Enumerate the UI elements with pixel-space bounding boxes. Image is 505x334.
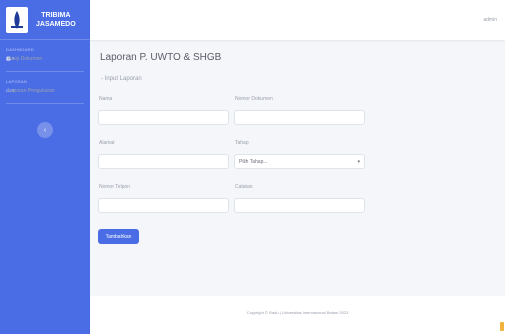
tahap-select[interactable]: Pilih Tahap... ▾: [234, 154, 365, 169]
sidebar-divider: [6, 71, 84, 72]
sidebar-item-laporan-pengukuran[interactable]: ▭ Laporan Pengukuran ›: [0, 84, 90, 98]
sidebar-divider: [6, 103, 84, 104]
page-title: Laporan P. UWTO & SHGB: [100, 52, 222, 63]
logo-icon: [6, 6, 28, 33]
corner-marker: [500, 322, 504, 331]
catatan-label: Catatan: [235, 184, 253, 190]
chevron-down-icon: ▾: [357, 158, 360, 165]
sidebar-item-label: Arsip Dokumen: [8, 56, 43, 62]
tahap-selected-value: Pilih Tahap...: [239, 158, 268, 165]
sidebar: TRIBIMA JASAMEDO Dashboard ▦ Arsip Dokum…: [0, 0, 90, 334]
chevron-left-icon: ‹: [43, 126, 47, 134]
card-subtitle-text: Input Laporan: [104, 76, 142, 82]
nomor-telepon-label: Nomor Telpon: [99, 184, 131, 190]
nomor-dokumen-input[interactable]: [234, 110, 365, 125]
brand-line2: JASAMEDO: [36, 20, 76, 28]
nama-input[interactable]: [98, 110, 229, 125]
sidebar-item-arsip-dokumen[interactable]: ▦ Arsip Dokumen ›: [0, 52, 90, 66]
alamat-input[interactable]: [98, 154, 229, 169]
sidebar-toggle-button[interactable]: ‹: [37, 122, 53, 138]
card-subtitle: - Input Laporan: [101, 76, 142, 82]
brand-line1: TRIBIMA: [41, 11, 71, 19]
nama-label: Nama: [99, 96, 113, 102]
nomor-dokumen-label: Nomor Dokumen: [235, 96, 273, 102]
tahap-label: Tahap: [235, 140, 249, 146]
sidebar-item-label: Laporan Pengukuran: [8, 88, 55, 94]
alamat-label: Alamat: [99, 140, 115, 146]
brand-name: TRIBIMA JASAMEDO: [36, 11, 76, 29]
nomor-telepon-input[interactable]: [98, 198, 229, 213]
footer-copyright: Copyright © Radu | Universitas Internasi…: [246, 310, 349, 315]
footer: Copyright © Radu | Universitas Internasi…: [90, 296, 505, 334]
catatan-input[interactable]: [234, 198, 365, 213]
tambahkan-button[interactable]: Tambahkan: [98, 229, 139, 244]
brand[interactable]: TRIBIMA JASAMEDO: [0, 0, 90, 40]
topbar: admin: [90, 0, 505, 40]
user-name[interactable]: admin: [483, 17, 497, 23]
